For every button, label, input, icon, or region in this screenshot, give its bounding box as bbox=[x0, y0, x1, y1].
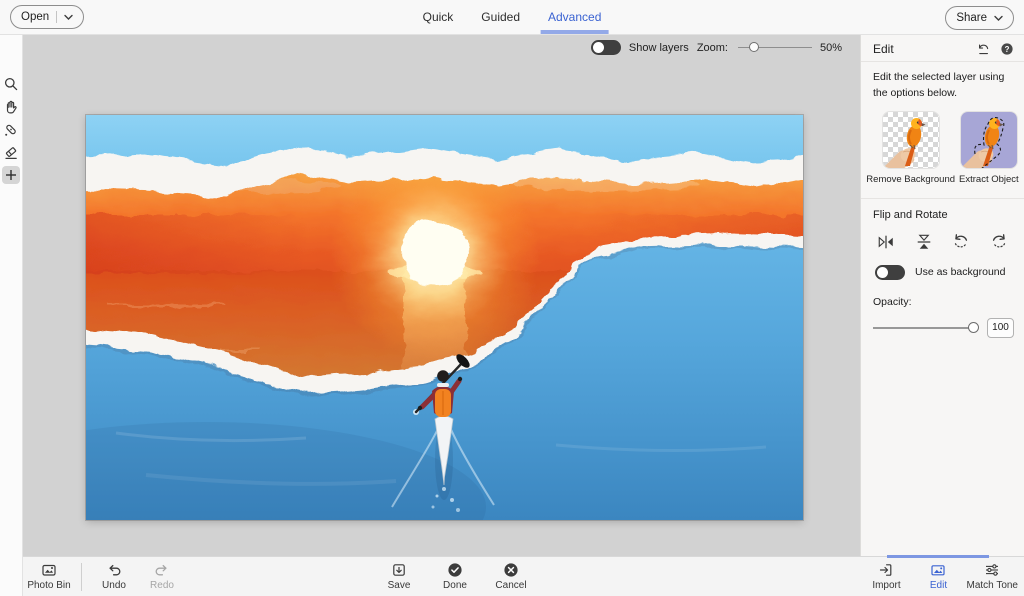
done-icon bbox=[447, 562, 463, 578]
undo-icon bbox=[106, 562, 122, 578]
done-label: Done bbox=[443, 580, 467, 591]
extract-object-label: Extract Object bbox=[959, 174, 1019, 185]
open-button-label: Open bbox=[21, 11, 49, 23]
undo-button[interactable]: Undo bbox=[90, 562, 138, 592]
redo-button[interactable]: Redo bbox=[138, 562, 186, 592]
hand-tool-icon[interactable] bbox=[3, 99, 19, 115]
remove-background-action[interactable]: Remove Background bbox=[866, 112, 955, 185]
cancel-icon bbox=[503, 562, 519, 578]
opacity-slider-knob[interactable] bbox=[968, 322, 979, 333]
zoom-slider-knob[interactable] bbox=[749, 42, 759, 52]
share-button[interactable]: Share bbox=[945, 6, 1014, 30]
remove-background-label: Remove Background bbox=[866, 174, 955, 185]
top-bar: Open Quick Guided Advanced Share bbox=[0, 0, 1024, 35]
extract-object-thumbnail[interactable] bbox=[961, 112, 1017, 168]
save-button[interactable]: Save bbox=[375, 562, 423, 592]
panel-title: Edit bbox=[873, 42, 976, 56]
flip-rotate-label: Flip and Rotate bbox=[861, 199, 1024, 221]
layer-actions: Remove Background Extract Object bbox=[861, 112, 1024, 185]
chevron-down-icon bbox=[994, 15, 1003, 22]
bottom-bar-divider bbox=[81, 563, 82, 591]
tab-quick-label: Quick bbox=[423, 10, 454, 24]
show-layers-toggle[interactable] bbox=[591, 40, 621, 55]
bottom-bar: Photo Bin Undo Redo bbox=[23, 556, 1024, 596]
flip-rotate-controls bbox=[861, 221, 1024, 251]
flip-horizontal-icon[interactable] bbox=[877, 233, 895, 251]
match-tone-label: Match Tone bbox=[966, 580, 1018, 591]
mode-tabs: Quick Guided Advanced bbox=[423, 0, 602, 34]
revert-icon[interactable] bbox=[976, 42, 991, 57]
canvas-controls: Show layers Zoom: 50% bbox=[591, 40, 850, 55]
canvas-image[interactable] bbox=[86, 115, 803, 520]
edit-panel: Edit ? Edit the selected layer using the… bbox=[860, 35, 1024, 556]
chevron-down-icon bbox=[64, 14, 73, 21]
tab-quick[interactable]: Quick bbox=[423, 0, 454, 34]
cancel-label: Cancel bbox=[495, 580, 526, 591]
edit-icon bbox=[930, 562, 946, 578]
spot-heal-tool-icon[interactable] bbox=[3, 122, 19, 138]
redo-label: Redo bbox=[150, 580, 174, 591]
tab-guided[interactable]: Guided bbox=[481, 0, 520, 34]
panel-description: Edit the selected layer using the option… bbox=[861, 62, 1024, 102]
zoom-tool-icon[interactable] bbox=[3, 76, 19, 92]
flip-vertical-icon[interactable] bbox=[915, 233, 933, 251]
photo-editor-app: Open Quick Guided Advanced Share bbox=[0, 0, 1024, 596]
show-layers-label: Show layers bbox=[629, 42, 689, 54]
bird-hand-image bbox=[883, 112, 939, 168]
save-icon bbox=[391, 562, 407, 578]
import-label: Import bbox=[872, 580, 900, 591]
zoom-label: Zoom: bbox=[697, 42, 728, 54]
rotate-right-icon[interactable] bbox=[990, 233, 1008, 251]
photo-bin-label: Photo Bin bbox=[27, 580, 70, 591]
tab-advanced[interactable]: Advanced bbox=[548, 0, 601, 34]
redo-icon bbox=[154, 562, 170, 578]
bottom-right-group: Import Edit bbox=[862, 562, 1018, 592]
tab-guided-label: Guided bbox=[481, 10, 520, 24]
use-as-background-toggle[interactable] bbox=[875, 265, 905, 280]
tool-bar bbox=[0, 35, 23, 596]
edit-panel-header: Edit ? bbox=[861, 35, 1024, 62]
bird-hand-selected-image bbox=[961, 112, 1017, 168]
eraser-tool-icon[interactable] bbox=[3, 145, 19, 161]
tab-advanced-label: Advanced bbox=[548, 10, 601, 24]
opacity-value[interactable]: 100 bbox=[987, 318, 1014, 338]
bottom-left-group: Photo Bin Undo Redo bbox=[25, 562, 186, 592]
canvas-area: Show layers Zoom: 50% bbox=[23, 35, 860, 556]
plus-tool-button[interactable] bbox=[2, 166, 20, 184]
help-icon[interactable]: ? bbox=[1000, 42, 1014, 56]
open-button[interactable]: Open bbox=[10, 5, 84, 29]
opacity-control: 100 bbox=[861, 308, 1024, 338]
import-button[interactable]: Import bbox=[862, 562, 910, 592]
done-button[interactable]: Done bbox=[431, 562, 479, 592]
use-as-background-row: Use as background bbox=[861, 251, 1024, 280]
edit-mode-button[interactable]: Edit bbox=[914, 562, 962, 592]
opacity-slider[interactable] bbox=[873, 327, 977, 329]
rotate-left-icon[interactable] bbox=[952, 233, 970, 251]
edit-mode-label: Edit bbox=[930, 580, 947, 591]
match-tone-button[interactable]: Match Tone bbox=[966, 562, 1018, 592]
plus-tool-icon bbox=[5, 169, 17, 181]
zoom-value: 50% bbox=[820, 42, 850, 54]
match-tone-icon bbox=[984, 562, 1000, 578]
open-button-divider bbox=[56, 11, 57, 23]
photo-bin-button[interactable]: Photo Bin bbox=[25, 562, 73, 592]
photo-bin-icon bbox=[41, 562, 57, 578]
share-button-label: Share bbox=[956, 12, 987, 24]
remove-background-thumbnail[interactable] bbox=[883, 112, 939, 168]
import-icon bbox=[878, 562, 894, 578]
use-as-background-label: Use as background bbox=[915, 266, 1005, 278]
extract-object-action[interactable]: Extract Object bbox=[959, 112, 1019, 185]
svg-text:?: ? bbox=[1005, 45, 1010, 54]
cancel-button[interactable]: Cancel bbox=[487, 562, 535, 592]
undo-label: Undo bbox=[102, 580, 126, 591]
opacity-label: Opacity: bbox=[861, 280, 1024, 308]
save-label: Save bbox=[388, 580, 411, 591]
bottom-center-group: Save Done Cancel bbox=[375, 562, 535, 592]
active-tab-underline bbox=[541, 30, 608, 34]
zoom-slider[interactable] bbox=[738, 47, 812, 49]
edit-active-indicator bbox=[887, 555, 989, 558]
